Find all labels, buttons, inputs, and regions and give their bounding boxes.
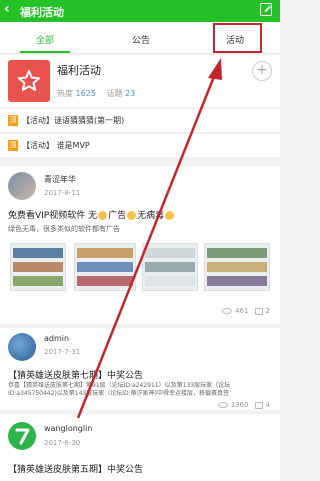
notice-title: 【活动】谜语猜猜猜(第一期) (22, 116, 125, 125)
post-title-part: 免费看VIP视频软件 无 (8, 211, 98, 221)
eye-icon (217, 402, 228, 408)
emoji-icon (98, 211, 108, 220)
post-image[interactable] (74, 243, 136, 291)
pinned-badge: 顶 (8, 115, 18, 126)
post-title-part: 无病毒 (137, 211, 165, 221)
group-name: 福利活动 (57, 64, 101, 77)
post-card[interactable]: wanglonglin 2017-6-30 【猜英雄送皮肤第五期】中奖公告 (0, 414, 280, 481)
comment-icon (254, 401, 263, 409)
comment-icon (254, 307, 263, 315)
avatar[interactable] (8, 422, 36, 450)
emoji-icon (127, 211, 137, 220)
post-body: 恭喜【猜英雄送皮肤第七期】第91层（论坛ID:a242911）以及第133层玩家… (8, 382, 231, 397)
post-date: 2017-7-31 (44, 348, 81, 356)
topics-count: 23 (125, 89, 136, 98)
post-author[interactable]: admin (44, 334, 69, 343)
annotation-highlight-box (213, 23, 262, 53)
pinned-notice[interactable]: 顶 【活动】谜语猜猜猜(第一期) (0, 108, 280, 132)
comment-count: 4 (265, 401, 270, 409)
post-date: 2017-8-11 (44, 189, 81, 197)
comment-count: 2 (265, 307, 270, 315)
pinned-badge: 顶 (8, 140, 18, 151)
active-tab-indicator (20, 51, 70, 53)
post-title: 【猜英雄送皮肤第七期】中奖公告 (8, 371, 144, 381)
post-date: 2017-6-30 (44, 439, 81, 447)
star-icon (18, 70, 40, 91)
emoji-icon (165, 211, 175, 220)
post-meta: 461 2 (222, 307, 270, 315)
popularity-count: 1625 (75, 89, 96, 98)
edit-icon[interactable] (260, 3, 272, 16)
post-card[interactable]: admin 2017-7-31 【猜英雄送皮肤第七期】中奖公告 恭喜【猜英雄送皮… (0, 328, 280, 410)
post-title-part: 广告 (108, 211, 127, 221)
group-logo (8, 60, 50, 102)
eye-icon (222, 308, 233, 314)
group-stats: 热度 1625 话题 23 (57, 88, 143, 99)
tab-all[interactable]: 全部 (36, 33, 54, 46)
avatar[interactable] (8, 172, 36, 200)
post-body: 绿色无毒，很多类似的软件都有广告 (8, 225, 120, 233)
post-author[interactable]: wanglonglin (44, 424, 92, 433)
post-image[interactable] (10, 243, 66, 291)
view-count: 461 (235, 307, 249, 315)
post-title: 【猜英雄送皮肤第五期】中奖公告 (8, 465, 144, 475)
pinned-notice[interactable]: 顶 【活动】 谁是MVP (0, 133, 280, 157)
group-header: 福利活动 热度 1625 话题 23 + (0, 55, 280, 107)
brand-logo-icon (15, 428, 30, 445)
page-title: 福利活动 (20, 6, 64, 19)
post-image[interactable] (204, 243, 270, 291)
post-author[interactable]: 青涩年华 (44, 174, 76, 185)
post-meta: 1360 4 (217, 401, 270, 409)
tab-announcements[interactable]: 公告 (132, 33, 150, 46)
join-group-button[interactable]: + (252, 61, 272, 81)
view-count: 1360 (230, 401, 249, 409)
back-arrow-icon[interactable]: ‹ (4, 1, 10, 17)
top-bar: ‹ 福利活动 (0, 0, 280, 22)
post-image[interactable] (142, 243, 198, 291)
post-title: 免费看VIP视频软件 无广告 无病毒 (8, 208, 175, 221)
topics-label: 话题 (106, 89, 123, 98)
avatar[interactable] (8, 333, 36, 361)
popularity-label: 热度 (57, 89, 73, 98)
notice-title: 【活动】 谁是MVP (22, 141, 90, 150)
